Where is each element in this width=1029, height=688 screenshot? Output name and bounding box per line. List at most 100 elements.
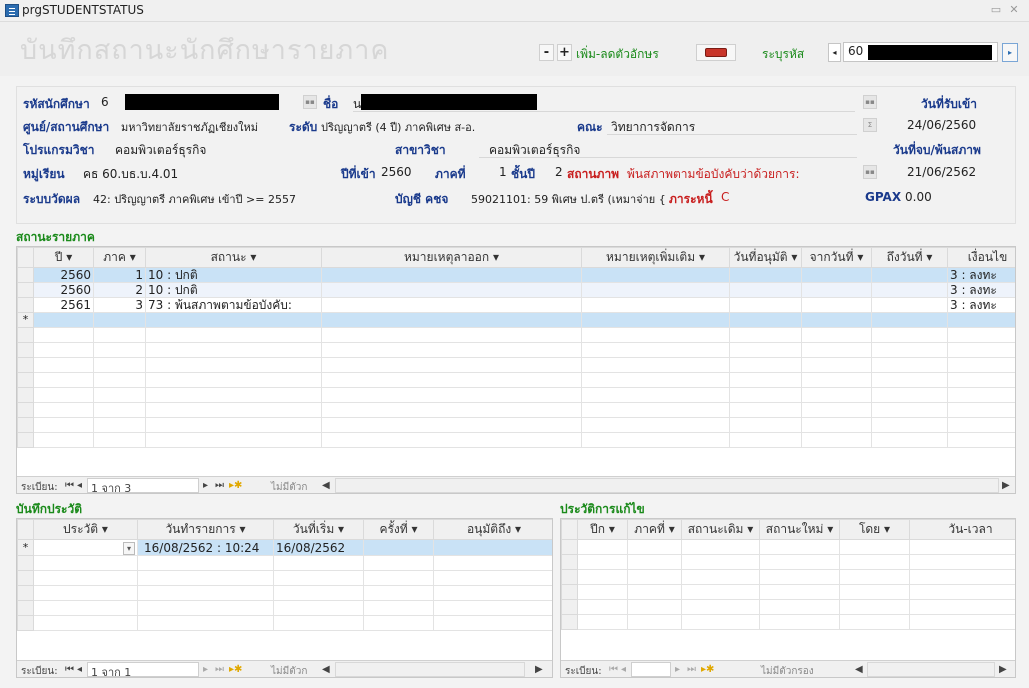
student-id-value: 6 [101,95,109,109]
term-value: 1 [499,165,507,179]
student-code-value: 60 [848,44,864,58]
new-record-icon[interactable]: ▸✱ [701,664,714,675]
col-to-date[interactable]: ถึงวันที่ ▾ [871,247,948,268]
new-record-row[interactable]: * ▾ 16/08/2562 : 10:24 16/08/2562 [17,539,552,556]
history-grid: ประวัติ ▾ วันทำรายการ ▾ วันที่เริ่ม ▾ คร… [16,518,553,678]
col-rev-term[interactable]: ภาคที่ ▾ [627,519,682,540]
col-approve-date[interactable]: วันที่อนุมัติ ▾ [729,247,802,268]
scroll-left-icon[interactable]: ◀ [322,480,330,491]
student-code-input[interactable]: 60 [843,42,998,62]
col-resign-note[interactable]: หมายเหตุลาออก ▾ [321,247,582,268]
student-id-lookup-button[interactable]: ▪▪ [303,95,317,109]
col-new-status[interactable]: สถานะใหม่ ▾ [759,519,840,540]
minimize-icon[interactable]: ▭ [988,3,1004,17]
last-record-icon[interactable]: ⏭ [215,480,224,491]
code-label: ระบุรหัส [762,47,805,61]
next-record-icon[interactable]: ▸ [203,480,208,491]
table-row[interactable]: 2560 2 10 : ปกติ 3 : ลงทะ [17,282,1015,298]
filter-status[interactable]: ไม่มีตัวก [271,480,307,493]
account-label: บัญชี คชจ [395,192,449,206]
term-status-grid: ปี ▾ ภาค ▾ สถานะ ▾ หมายเหตุลาออก ▾ หมายเ… [16,246,1016,494]
record-position[interactable] [631,662,671,677]
status-lookup-button[interactable]: ▪▪ [863,165,877,179]
table-row[interactable]: 2560 1 10 : ปกติ 3 : ลงทะ [17,267,1015,283]
col-approve-until[interactable]: อนุมัติถึง ▾ [433,519,552,540]
scroll-right-icon[interactable]: ▶ [535,664,543,675]
col-datetime[interactable]: วัน-เวลา [909,519,1015,540]
col-status[interactable]: สถานะ ▾ [145,247,322,268]
entry-year-label: ปีที่เข้า [341,167,376,181]
level-label: ระดับ [289,120,318,134]
search-go-button[interactable]: ▸ [1002,43,1018,62]
decrease-font-button[interactable]: - [539,44,554,61]
history-title: บันทึกประวัติ [16,502,83,516]
horizontal-scrollbar[interactable] [335,662,525,677]
close-icon[interactable]: ✕ [1006,3,1022,17]
record-position[interactable]: 1 จาก 3 [87,478,199,493]
next-record-icon[interactable]: ▸ [675,664,680,675]
eval-value: 42: ปริญญาตรี ภาคพิเศษ เข้าปี >= 2557 [93,193,296,206]
id-card-button[interactable] [696,44,736,61]
record-position[interactable]: 1 จาก 1 [87,662,199,677]
window-title: prgSTUDENTSTATUS [22,3,144,17]
faculty-label: คณะ [577,120,603,134]
prev-record-icon[interactable]: ◂ [77,480,82,491]
revisions-title: ประวัติการแก้ไข [560,502,645,516]
group-label: หมู่เรียน [23,167,65,181]
name-label: ชื่อ [323,97,339,111]
revisions-grid: ปีก ▾ ภาคที่ ▾ สถานะเดิม ▾ สถานะใหม่ ▾ โ… [560,518,1016,678]
first-record-icon[interactable]: ⏮ [65,480,74,491]
student-id-label: รหัสนักศึกษา [23,97,90,111]
prev-record-icon[interactable]: ◂ [621,664,626,675]
group-value: คธ 60.บธ.บ.4.01 [83,167,179,181]
scroll-right-icon[interactable]: ▶ [999,664,1007,675]
new-record-row[interactable]: * [17,312,1015,328]
end-date-value: 21/06/2562 [907,165,977,179]
col-extra-note[interactable]: หมายเหตุเพิ่มเติม ▾ [581,247,730,268]
status-value: พ้นสภาพตามข้อบังคับว่าด้วยการ: [627,167,800,181]
increase-font-button[interactable]: + [557,44,572,61]
col-history[interactable]: ประวัติ ▾ [33,519,138,540]
history-combo[interactable]: ▾ [33,539,138,556]
account-value: 59021101: 59 พิเศษ ป.ตรี (เหมาจ่าย { [471,193,666,206]
term-status-nav: ระเบียน: ⏮ ◂ 1 จาก 3 ▸ ⏭ ▸✱ ไม่มีตัวก ◀ … [17,476,1015,493]
col-by[interactable]: โดย ▾ [839,519,910,540]
col-rev-year[interactable]: ปีก ▾ [577,519,628,540]
name-lookup-button[interactable]: ▪▪ [863,95,877,109]
revisions-nav: ระเบียน: ⏮ ◂ ▸ ⏭ ▸✱ ไม่มีตัวกรอง ◀ ▶ [561,660,1015,677]
faculty-sum-button[interactable]: Σ [863,118,877,132]
table-row[interactable]: 2561 3 73 : พ้นสภาพตามข้อบังคับ: 3 : ลงท… [17,297,1015,313]
chevron-down-icon[interactable]: ▾ [123,542,135,555]
col-from-date[interactable]: จากวันที่ ▾ [801,247,872,268]
col-trans-date[interactable]: วันทำรายการ ▾ [137,519,274,540]
page-title: บันทึกสถานะนักศึกษารายภาค [20,35,390,66]
col-year[interactable]: ปี ▾ [33,247,94,268]
last-record-icon[interactable]: ⏭ [687,664,696,675]
scroll-left-icon[interactable]: ◀ [322,664,330,675]
col-start-date[interactable]: วันที่เริ่ม ▾ [273,519,364,540]
prev-record-icon[interactable]: ◂ [828,43,841,62]
last-record-icon[interactable]: ⏭ [215,664,224,675]
first-record-icon[interactable]: ⏮ [65,664,74,675]
next-record-icon[interactable]: ▸ [203,664,208,675]
scroll-right-icon[interactable]: ▶ [1002,480,1010,491]
record-label: ระเบียน: [21,666,58,677]
horizontal-scrollbar[interactable] [867,662,995,677]
col-term[interactable]: ภาค ▾ [93,247,146,268]
program-label: โปรแกรมวิชา [23,143,95,157]
col-condition[interactable]: เงื่อนไข [947,247,1015,268]
filter-status[interactable]: ไม่มีตัวกรอง [761,664,814,677]
redaction-bar [361,94,537,110]
admit-date-label: วันที่รับเข้า [921,97,977,111]
new-record-icon[interactable]: ▸✱ [229,480,242,491]
horizontal-scrollbar[interactable] [335,478,999,493]
col-old-status[interactable]: สถานะเดิม ▾ [681,519,760,540]
redaction-bar [868,45,992,60]
filter-status[interactable]: ไม่มีตัวก [271,664,307,677]
prev-record-icon[interactable]: ◂ [77,664,82,675]
new-record-icon[interactable]: ▸✱ [229,664,242,675]
first-record-icon[interactable]: ⏮ [609,664,618,675]
scroll-left-icon[interactable]: ◀ [855,664,863,675]
gpax-value: 0.00 [905,190,932,204]
col-count[interactable]: ครั้งที่ ▾ [363,519,434,540]
